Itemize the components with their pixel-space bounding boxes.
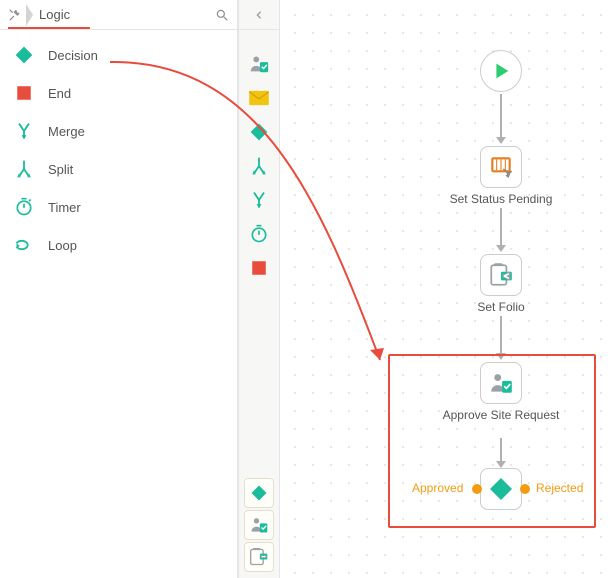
subprocess-icon[interactable]: [244, 542, 274, 572]
node-approve-site-request[interactable]: [480, 362, 522, 404]
tool-label: Loop: [48, 238, 77, 253]
mini-icons-bottom: [244, 478, 274, 572]
arrow: [500, 438, 502, 462]
node-decision[interactable]: [480, 468, 522, 510]
user-task-icon[interactable]: [244, 510, 274, 540]
collapse-button[interactable]: [239, 0, 279, 30]
node-label: Set Folio: [441, 300, 561, 314]
port-rejected[interactable]: [520, 484, 530, 494]
start-node[interactable]: [480, 50, 522, 92]
end-icon[interactable]: [244, 252, 274, 284]
port-label-approved: Approved: [412, 481, 463, 495]
split-icon[interactable]: [244, 150, 274, 182]
tool-decision[interactable]: Decision: [0, 36, 237, 74]
tool-loop[interactable]: Loop: [0, 226, 237, 264]
tool-label: Split: [48, 162, 73, 177]
tool-merge[interactable]: Merge: [0, 112, 237, 150]
timer-icon: [14, 197, 34, 217]
timer-icon[interactable]: [244, 218, 274, 250]
merge-icon[interactable]: [244, 184, 274, 216]
user-task-icon[interactable]: [244, 48, 274, 80]
tool-timer[interactable]: Timer: [0, 188, 237, 226]
decision-icon[interactable]: [244, 478, 274, 508]
end-icon: [14, 83, 34, 103]
node-label: Set Status Pending: [441, 192, 561, 206]
tool-panel: Logic Decision End Merge: [0, 0, 238, 578]
tool-label: Decision: [48, 48, 98, 63]
breadcrumb-root[interactable]: [8, 4, 22, 26]
search-icon[interactable]: [213, 6, 231, 24]
split-icon: [14, 159, 34, 179]
arrow: [500, 208, 502, 246]
tool-label: End: [48, 86, 71, 101]
mini-icons-top: [244, 48, 274, 284]
tool-label: Timer: [48, 200, 81, 215]
tools-icon: [8, 8, 22, 22]
decision-icon: [14, 45, 34, 65]
workflow-canvas[interactable]: Set Status Pending Set Folio Approve Sit…: [280, 0, 610, 578]
loop-icon: [14, 235, 34, 255]
port-label-rejected: Rejected: [536, 481, 583, 495]
highlight-underline: [8, 27, 90, 29]
arrow: [500, 94, 502, 138]
tool-list: Decision End Merge Split Timer: [0, 30, 237, 270]
decision-icon[interactable]: [244, 116, 274, 148]
breadcrumb-category[interactable]: Logic: [26, 4, 74, 26]
node-label: Approve Site Request: [441, 408, 561, 422]
node-set-status-pending[interactable]: [480, 146, 522, 188]
mail-icon[interactable]: [244, 82, 274, 114]
arrow: [500, 316, 502, 354]
tool-label: Merge: [48, 124, 85, 139]
tool-split[interactable]: Split: [0, 150, 237, 188]
mini-toolbar: [238, 0, 280, 578]
merge-icon: [14, 121, 34, 141]
tool-end[interactable]: End: [0, 74, 237, 112]
port-approved[interactable]: [472, 484, 482, 494]
breadcrumb-category-label: Logic: [35, 7, 74, 22]
breadcrumb: Logic: [0, 0, 237, 30]
node-set-folio[interactable]: [480, 254, 522, 296]
